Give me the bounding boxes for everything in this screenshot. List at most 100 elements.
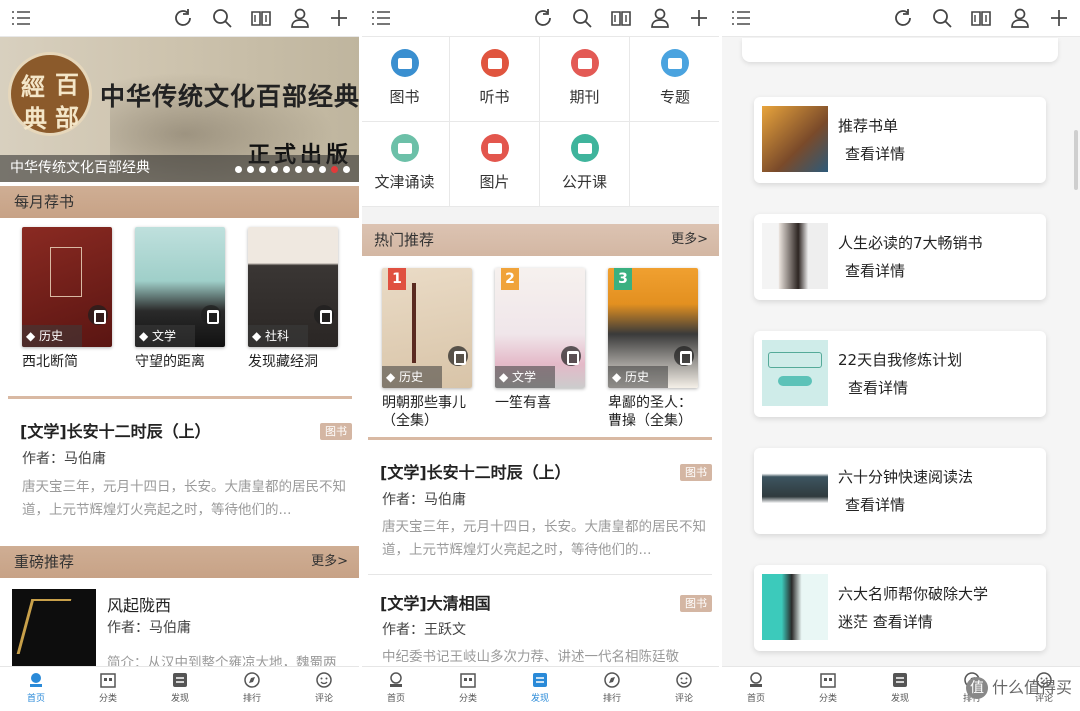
top-toolbar — [0, 0, 360, 37]
bookshelf-icon[interactable] — [250, 7, 272, 29]
user-icon[interactable] — [649, 7, 671, 29]
article-description: 唐天宝三年，元月十四日，长安。大唐皇都的居民不知道，上元节辉煌灯火亮起之时，等待… — [22, 479, 346, 518]
article-author: 作者：王跃文 — [382, 622, 466, 638]
nav-discover[interactable]: 发现 — [504, 667, 576, 711]
nav-discover[interactable]: 发现 — [144, 667, 216, 711]
nav-home[interactable]: 首页 — [360, 667, 432, 711]
card-thumbnail — [762, 340, 828, 406]
list-card[interactable]: 六大名师帮你破除大学 迷茫 查看详情 — [754, 565, 1046, 651]
teacher-icon — [570, 134, 599, 162]
article-title[interactable]: [文学]长安十二时辰（上） — [20, 418, 211, 442]
list-card[interactable]: 人生必读的7大畅销书 查看详情 — [754, 214, 1046, 300]
card-action[interactable]: 查看详情 — [845, 143, 905, 164]
discover-icon — [173, 673, 187, 687]
more-link[interactable]: 更多> — [671, 224, 708, 256]
grid-item-audiobooks[interactable]: 听书 — [450, 37, 540, 122]
card-action[interactable]: 迷茫 查看详情 — [838, 611, 933, 632]
scrollbar[interactable] — [1074, 130, 1078, 190]
audio-icon — [448, 346, 468, 366]
more-link[interactable]: 更多> — [311, 546, 348, 578]
nav-category[interactable]: 分类 — [792, 667, 864, 711]
bookshelf-icon[interactable] — [610, 7, 632, 29]
article-title[interactable]: [文学]大清相国 — [380, 590, 491, 614]
book-card[interactable]: ◆ 文学 守望的距离 — [135, 227, 225, 371]
nav-category[interactable]: 分类 — [72, 667, 144, 711]
grid-item-recitation[interactable]: 文津诵读 — [360, 122, 450, 207]
featured-author: 作者：马伯庸 — [107, 620, 191, 636]
card-thumbnail — [762, 574, 828, 640]
menu-icon[interactable] — [730, 7, 752, 29]
article-title[interactable]: [文学]长安十二时辰（上） — [380, 459, 571, 483]
card-title: 推荐书单 — [838, 117, 899, 135]
add-icon[interactable] — [1048, 7, 1070, 29]
article-author: 作者：马伯庸 — [22, 451, 106, 467]
book-cover: 3 ◆ 历史 — [608, 268, 698, 388]
featured-title[interactable]: 风起陇西 — [107, 592, 171, 616]
book-title: 一笙有喜 — [495, 395, 551, 411]
seal-logo: 經 百 典 部 — [8, 52, 92, 136]
grid-item-topics[interactable]: 专题 — [630, 37, 720, 122]
promo-banner[interactable]: 經 百 典 部 中华传统文化百部经典 正式出版 中华传统文化百部经典 — [0, 37, 360, 182]
audio-icon — [314, 305, 334, 325]
bookshelf-icon[interactable] — [970, 7, 992, 29]
reading-list-screen: 推荐书单 查看详情 人生必读的7大畅销书 查看详情 22天自我修炼计划 查看详情… — [720, 0, 1080, 711]
nav-comment[interactable]: 评论 — [648, 667, 720, 711]
nav-rank[interactable]: 排行 — [216, 667, 288, 711]
rank-badge: 1 — [388, 268, 406, 290]
add-icon[interactable] — [688, 7, 710, 29]
search-icon[interactable] — [571, 7, 593, 29]
nav-home[interactable]: 首页 — [0, 667, 72, 711]
grid-item-open-course[interactable]: 公开课 — [540, 122, 630, 207]
book-cover: ◆ 社科 — [248, 227, 338, 347]
watermark: 值什么值得买 — [965, 674, 1072, 699]
radio-icon — [480, 49, 509, 77]
discover-icon — [533, 673, 547, 687]
search-icon[interactable] — [931, 7, 953, 29]
menu-icon[interactable] — [10, 7, 32, 29]
refresh-icon[interactable] — [892, 7, 914, 29]
audio-icon — [561, 346, 581, 366]
user-icon[interactable] — [289, 7, 311, 29]
nav-comment[interactable]: 评论 — [288, 667, 360, 711]
article-author: 作者：马伯庸 — [382, 492, 466, 508]
feature-grid: 图书 听书 期刊 专题 文津诵读 图片 公开课 — [360, 37, 720, 207]
add-icon[interactable] — [328, 7, 350, 29]
section-monthly: 每月荐书 — [0, 186, 360, 218]
book-card[interactable]: 3 ◆ 历史 卑鄙的圣人：曹操（全集） — [608, 268, 698, 430]
category-label: ◆ 历史 — [382, 366, 442, 388]
book-card[interactable]: ◆ 社科 发现藏经洞 — [248, 227, 338, 371]
book-card[interactable]: 2 ◆ 文学 一笙有喜 — [495, 268, 585, 412]
refresh-icon[interactable] — [532, 7, 554, 29]
carousel-dots[interactable] — [235, 166, 350, 173]
grid-item-books[interactable]: 图书 — [360, 37, 450, 122]
card-action[interactable]: 查看详情 — [845, 494, 905, 515]
nav-discover[interactable]: 发现 — [864, 667, 936, 711]
featured-cover[interactable] — [12, 589, 96, 669]
newspaper-icon — [570, 49, 599, 77]
grid-item-journals[interactable]: 期刊 — [540, 37, 630, 122]
card-action[interactable]: 查看详情 — [845, 260, 905, 281]
banner-title: 中华传统文化百部经典 — [100, 82, 360, 111]
search-icon[interactable] — [211, 7, 233, 29]
banner-caption: 中华传统文化百部经典 — [0, 155, 360, 182]
book-card[interactable]: ◆ 历史 西北断简 — [22, 227, 112, 371]
type-tag: 图书 — [320, 423, 352, 440]
nav-home[interactable]: 首页 — [720, 667, 792, 711]
compass-icon — [604, 672, 620, 688]
category-label: ◆ 文学 — [495, 366, 555, 388]
book-icon — [390, 49, 419, 77]
book-card[interactable]: 1 ◆ 历史 明朝那些事儿（全集） — [382, 268, 472, 430]
user-icon[interactable] — [1009, 7, 1031, 29]
book-title: 西北断简 — [22, 354, 78, 370]
refresh-icon[interactable] — [172, 7, 194, 29]
card-action[interactable]: 查看详情 — [848, 377, 908, 398]
list-card[interactable]: 推荐书单 查看详情 — [754, 97, 1046, 183]
category-icon — [460, 673, 476, 688]
grid-item-pictures[interactable]: 图片 — [450, 122, 540, 207]
nav-rank[interactable]: 排行 — [576, 667, 648, 711]
menu-icon[interactable] — [370, 7, 392, 29]
list-card[interactable]: 六十分钟快速阅读法 查看详情 — [754, 448, 1046, 534]
list-card[interactable]: 22天自我修炼计划 查看详情 — [754, 331, 1046, 417]
home-screen: 經 百 典 部 中华传统文化百部经典 正式出版 中华传统文化百部经典 每月荐书 … — [0, 0, 360, 711]
nav-category[interactable]: 分类 — [432, 667, 504, 711]
